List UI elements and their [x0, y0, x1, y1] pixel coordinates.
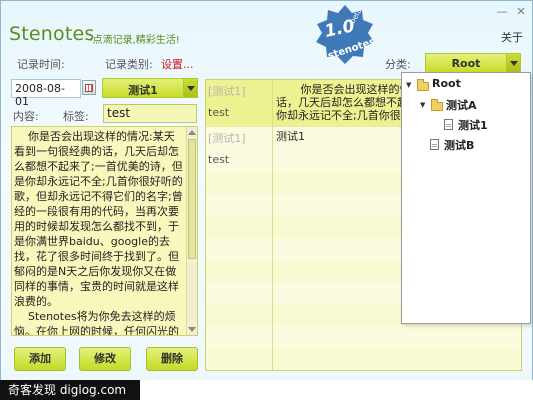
close-icon[interactable]: ✕: [514, 5, 528, 19]
category-filter-value: Root: [451, 57, 481, 70]
list-item-tag: test: [208, 106, 230, 119]
tree-node-test-a[interactable]: ▼ 测试A: [420, 97, 526, 113]
folder-icon: [431, 99, 443, 111]
watermark: 奇客发现 diglog.com: [0, 380, 140, 400]
folder-icon: [417, 79, 429, 91]
category-tree-dropdown: ▼ Root ▼ 测试A 测试1 测试B: [401, 72, 531, 324]
list-item-category: [测试1]: [208, 132, 246, 145]
record-category-label: 记录类别:: [105, 58, 153, 71]
list-item-tag: test: [208, 153, 230, 166]
minimize-icon[interactable]: —: [495, 5, 509, 19]
date-field[interactable]: 2008-08-01: [11, 79, 81, 108]
chevron-down-icon[interactable]: [506, 54, 520, 72]
document-icon: [444, 119, 453, 130]
list-item-category: [测试1]: [208, 85, 246, 98]
version-badge-logo: 1.0 beta stenotes: [316, 5, 377, 64]
expand-icon[interactable]: ▼: [420, 101, 428, 109]
content-label: 内容:: [13, 110, 39, 123]
about-link[interactable]: 关于: [501, 29, 523, 45]
empty-row: [206, 348, 521, 370]
tag-field[interactable]: test: [103, 104, 197, 123]
app-title: Stenotes: [9, 23, 95, 45]
category-filter-label: 分类:: [385, 58, 411, 71]
expand-icon[interactable]: ▼: [406, 81, 414, 89]
content-scrollbar[interactable]: [186, 127, 197, 335]
scroll-up-icon[interactable]: [188, 128, 196, 137]
scroll-thumb[interactable]: [188, 139, 196, 259]
app-window: — ✕ Stenotes -点滴记录,精彩生活! 1.0 beta stenot…: [0, 0, 533, 400]
tree-node-label: 测试1: [458, 119, 488, 132]
tree-node-test-b[interactable]: 测试B: [430, 137, 526, 153]
tree-node-label: 测试A: [446, 99, 477, 112]
tree-node-label: 测试B: [444, 139, 475, 152]
calendar-icon[interactable]: [82, 80, 96, 95]
edit-button[interactable]: 修改: [79, 347, 131, 371]
document-icon: [430, 139, 439, 150]
category-select[interactable]: 测试1: [102, 78, 198, 98]
record-time-label: 记录时间:: [17, 58, 65, 71]
app-slogan: -点滴记录,精彩生活!: [89, 35, 180, 46]
tree-node-label: Root: [432, 77, 461, 90]
empty-row: [206, 326, 521, 348]
delete-button[interactable]: 删除: [146, 347, 198, 371]
tree-node-root[interactable]: ▼ Root: [406, 77, 526, 93]
settings-link[interactable]: 设置...: [161, 56, 194, 72]
content-textarea[interactable]: 你是否会出现这样的情况:某天看到一句很经典的话，几天后却怎么都想不起来了;一首优…: [11, 126, 198, 336]
tree-node-test-1[interactable]: 测试1: [444, 117, 526, 133]
chevron-down-icon[interactable]: [183, 79, 197, 97]
column-divider: [272, 80, 273, 370]
tag-label: 标签:: [63, 110, 89, 123]
category-filter-select[interactable]: Root: [425, 53, 521, 73]
content-text: 你是否会出现这样的情况:某天看到一句很经典的话，几天后却怎么都想不起来了;一首优…: [14, 130, 183, 336]
category-select-value: 测试1: [128, 84, 158, 97]
scroll-down-icon[interactable]: [188, 325, 196, 334]
add-button[interactable]: 添加: [14, 347, 66, 371]
